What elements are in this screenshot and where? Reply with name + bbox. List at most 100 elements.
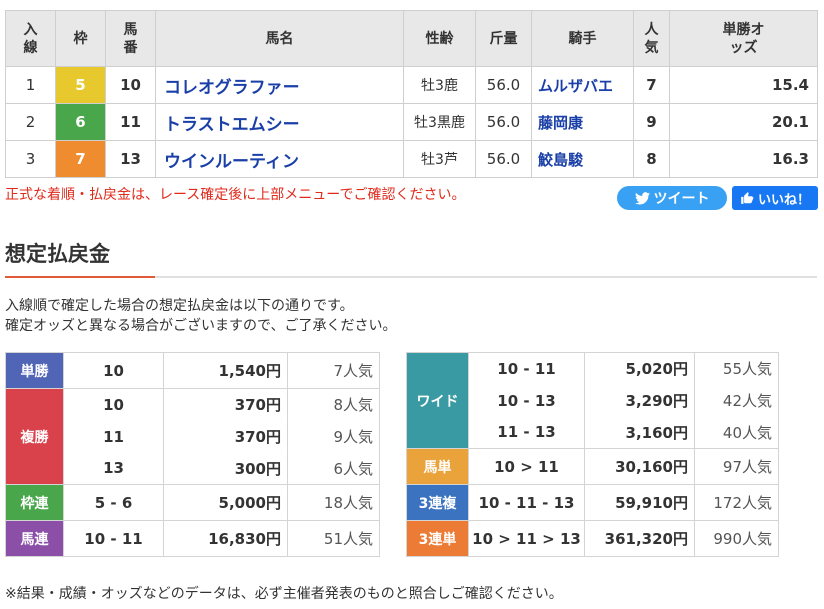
payout-popularity: 97人気 xyxy=(694,448,779,485)
header-jockey: 騎手 xyxy=(531,10,634,67)
result-row: 3 7 13 ウインルーティン 牡3芦 56.0 鮫島駿 8 16.3 xyxy=(5,140,818,178)
payout-popularity: 55人気 xyxy=(694,352,779,385)
popularity: 7 xyxy=(633,66,670,104)
header-weight: 斤量 xyxy=(475,10,532,67)
popularity: 8 xyxy=(633,140,670,178)
tweet-button[interactable]: ツイート xyxy=(617,186,727,210)
combo: 10 > 11 xyxy=(468,448,585,485)
frame-number: 7 xyxy=(55,140,106,178)
jockey-link[interactable]: 鮫島駿 xyxy=(531,140,634,178)
combo: 10 xyxy=(63,352,164,389)
payout-row: 馬単 10 > 11 30,160円 97人気 xyxy=(406,448,779,485)
combo: 13 xyxy=(63,452,164,485)
payout-popularity: 40人気 xyxy=(694,416,779,449)
result-row: 2 6 11 トラストエムシー 牡3黒鹿 56.0 藤岡康 9 20.1 xyxy=(5,103,818,141)
payout-amount: 370円 xyxy=(163,388,288,421)
carried-weight: 56.0 xyxy=(475,66,532,104)
bet-type-sanrentan: 3連単 xyxy=(406,520,469,557)
bet-type-wakuren: 枠連 xyxy=(5,484,64,521)
payout-amount: 5,020円 xyxy=(584,352,695,385)
win-odds: 15.4 xyxy=(669,66,818,104)
payout-description-line: 確定オッズと異なる場合がございますので、ご了承ください。 xyxy=(5,318,397,334)
payout-amount: 16,830円 xyxy=(163,520,288,557)
result-header-row: 入線 枠 馬番 馬名 性齢 斤量 騎手 人気 単勝オッズ xyxy=(5,10,818,67)
header-popularity: 人気 xyxy=(633,10,670,67)
bet-type-umatan: 馬単 xyxy=(406,448,469,485)
combo: 11 xyxy=(63,420,164,453)
jockey-link[interactable]: 藤岡康 xyxy=(531,103,634,141)
payout-amount: 3,160円 xyxy=(584,416,695,449)
payout-description-line: 入線順で確定した場合の想定払戻金は以下の通りです。 xyxy=(5,298,354,314)
thumbs-up-icon xyxy=(741,192,754,204)
payout-popularity: 18人気 xyxy=(287,484,380,521)
combo: 10 - 13 xyxy=(468,384,585,417)
sex-age: 牡3黒鹿 xyxy=(403,103,476,141)
payout-amount: 1,540円 xyxy=(163,352,288,389)
horse-number: 13 xyxy=(105,140,156,178)
payout-popularity: 51人気 xyxy=(287,520,380,557)
payout-popularity: 172人気 xyxy=(694,484,779,521)
header-frame: 枠 xyxy=(55,10,106,67)
combo: 10 > 11 > 13 xyxy=(468,520,585,557)
payout-row: 複勝 10 370円 8人気 xyxy=(5,388,380,485)
payout-row: 馬連 10 - 11 16,830円 51人気 xyxy=(5,520,380,557)
header-horse: 馬名 xyxy=(155,10,404,67)
payout-row: ワイド 10 - 11 5,020円 55人気 xyxy=(406,352,779,449)
payout-row: 3連複 10 - 11 - 13 59,910円 172人気 xyxy=(406,484,779,521)
data-disclaimer: ※結果・成績・オッズなどのデータは、必ず主催者発表のものと照合しご確認ください。 xyxy=(5,586,563,602)
win-odds: 20.1 xyxy=(669,103,818,141)
payout-table-left: 単勝 10 1,540円 7人気 複勝 10 370円 8人気 11 370円 … xyxy=(5,352,380,557)
payout-popularity: 7人気 xyxy=(287,352,380,389)
payout-amount: 59,910円 xyxy=(584,484,695,521)
finish-position: 2 xyxy=(5,103,56,141)
twitter-bird-icon xyxy=(634,191,650,204)
finish-position: 3 xyxy=(5,140,56,178)
payout-amount: 3,290円 xyxy=(584,384,695,417)
payout-table-right: ワイド 10 - 11 5,020円 55人気 10 - 13 3,290円 4… xyxy=(406,352,779,557)
bet-type-umaren: 馬連 xyxy=(5,520,64,557)
combo: 10 - 11 xyxy=(63,520,164,557)
unofficial-result-notice: 正式な着順・払戻金は、レース確定後に上部メニューでご確認ください。 xyxy=(5,187,466,203)
payout-description: 入線順で確定した場合の想定払戻金は以下の通りです。 確定オッズと異なる場合がござ… xyxy=(5,296,396,336)
payout-row: 3連単 10 > 11 > 13 361,320円 990人気 xyxy=(406,520,779,557)
like-button[interactable]: いいね！ xyxy=(732,186,818,210)
horse-number: 11 xyxy=(105,103,156,141)
payout-popularity: 9人気 xyxy=(287,420,380,453)
jockey-link[interactable]: ムルザバエ xyxy=(531,66,634,104)
win-odds: 16.3 xyxy=(669,140,818,178)
horse-name-link[interactable]: コレオグラファー xyxy=(155,66,404,104)
race-result-table: 入線 枠 馬番 馬名 性齢 斤量 騎手 人気 単勝オッズ 1 5 10 コレオグ… xyxy=(5,10,818,178)
frame-number: 5 xyxy=(55,66,106,104)
payout-amount: 370円 xyxy=(163,420,288,453)
combo: 10 - 11 xyxy=(468,352,585,385)
horse-name-link[interactable]: トラストエムシー xyxy=(155,103,404,141)
payout-amount: 300円 xyxy=(163,452,288,485)
sex-age: 牡3鹿 xyxy=(403,66,476,104)
header-number: 馬番 xyxy=(105,10,156,67)
popularity: 9 xyxy=(633,103,670,141)
header-odds: 単勝オッズ xyxy=(669,10,818,67)
result-row: 1 5 10 コレオグラファー 牡3鹿 56.0 ムルザバエ 7 15.4 xyxy=(5,66,818,104)
frame-number: 6 xyxy=(55,103,106,141)
combo: 11 - 13 xyxy=(468,416,585,449)
section-divider-accent xyxy=(5,276,155,278)
bet-type-tansho: 単勝 xyxy=(5,352,64,389)
payout-amount: 5,000円 xyxy=(163,484,288,521)
tweet-label: ツイート xyxy=(653,191,710,207)
payout-popularity: 990人気 xyxy=(694,520,779,557)
horse-name-link[interactable]: ウインルーティン xyxy=(155,140,404,178)
bet-type-wide: ワイド xyxy=(406,352,469,449)
combo: 10 - 11 - 13 xyxy=(468,484,585,521)
payout-popularity: 6人気 xyxy=(287,452,380,485)
bet-type-sanrenpuku: 3連複 xyxy=(406,484,469,521)
carried-weight: 56.0 xyxy=(475,103,532,141)
payout-popularity: 8人気 xyxy=(287,388,380,421)
bet-type-fukusho: 複勝 xyxy=(5,388,64,485)
payout-amount: 361,320円 xyxy=(584,520,695,557)
payout-amount: 30,160円 xyxy=(584,448,695,485)
combo: 5 - 6 xyxy=(63,484,164,521)
header-finish: 入線 xyxy=(5,10,56,67)
payout-popularity: 42人気 xyxy=(694,384,779,417)
horse-number: 10 xyxy=(105,66,156,104)
payout-row: 枠連 5 - 6 5,000円 18人気 xyxy=(5,484,380,521)
